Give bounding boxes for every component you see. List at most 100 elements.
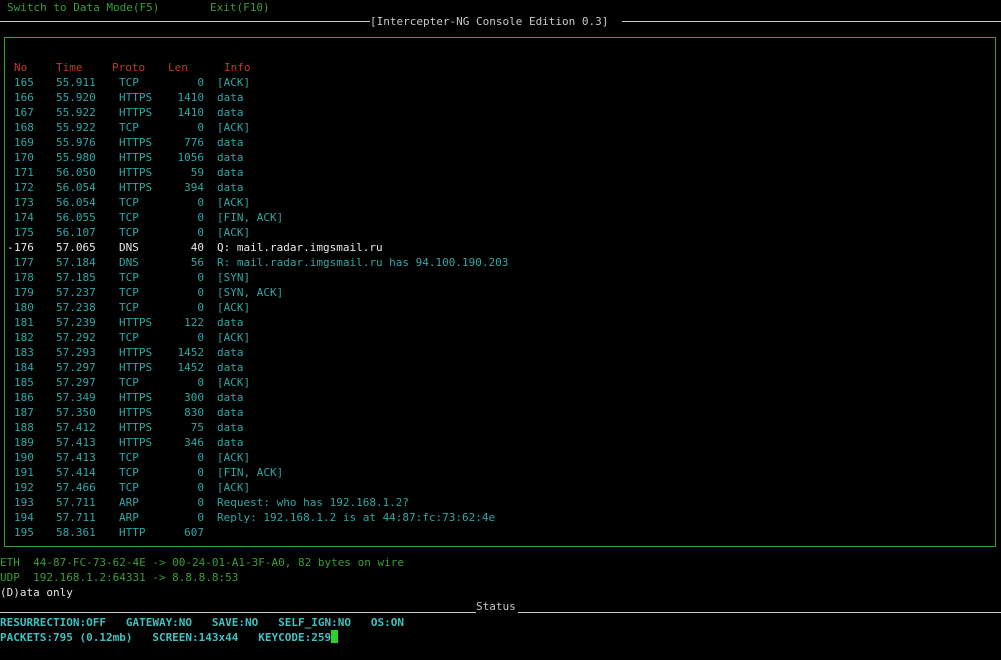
packet-info: data bbox=[217, 166, 244, 179]
packet-info: data bbox=[217, 436, 244, 449]
packet-info: [ACK] bbox=[217, 481, 251, 494]
packet-proto: ARP bbox=[119, 511, 139, 524]
packet-time: 56.050 bbox=[56, 166, 96, 179]
packet-row[interactable]: 189 57.413 HTTPS 346 data bbox=[0, 435, 1000, 450]
packet-row[interactable]: 180 57.238 TCP 0 [ACK] bbox=[0, 300, 1000, 315]
packet-no: 169 bbox=[14, 136, 34, 149]
packet-len: 1410 bbox=[177, 91, 205, 104]
packet-time: 57.238 bbox=[56, 301, 96, 314]
status-label: Status bbox=[476, 600, 516, 613]
packet-len: 0 bbox=[197, 211, 204, 224]
packet-time: 57.413 bbox=[56, 451, 96, 464]
packet-no: 194 bbox=[14, 511, 34, 524]
packet-info: data bbox=[217, 421, 244, 434]
packet-row[interactable]: 179 57.237 TCP 0 [SYN, ACK] bbox=[0, 285, 1000, 300]
selection-marker: - bbox=[7, 241, 14, 254]
packet-row[interactable]: 167 55.922 HTTPS 1410 data bbox=[0, 105, 1000, 120]
packet-row[interactable]: 175 56.107 TCP 0 [ACK] bbox=[0, 225, 1000, 240]
packet-info: [ACK] bbox=[217, 376, 251, 389]
packet-len: 56 bbox=[190, 256, 204, 269]
packet-row[interactable]: 193 57.711 ARP 0 Request: who has 192.168.1.… bbox=[0, 495, 1000, 510]
packet-time: 57.414 bbox=[56, 466, 96, 479]
packet-proto: HTTPS bbox=[119, 391, 153, 404]
packet-proto: HTTPS bbox=[119, 136, 153, 149]
packet-row[interactable]: 168 55.922 TCP 0 [ACK] bbox=[0, 120, 1000, 135]
packet-row[interactable]: 177 57.184 DNS 56 R: mail.radar.imgsmail.ru … bbox=[0, 255, 1000, 270]
packet-row[interactable]: 186 57.349 HTTPS 300 data bbox=[0, 390, 1000, 405]
packet-proto: HTTPS bbox=[119, 166, 153, 179]
packet-row[interactable]: 166 55.920 HTTPS 1410 data bbox=[0, 90, 1000, 105]
packet-info: data bbox=[217, 181, 244, 194]
packet-len: 0 bbox=[197, 271, 204, 284]
packet-row[interactable]: 169 55.976 HTTPS 776 data bbox=[0, 135, 1000, 150]
packet-len: 607 bbox=[184, 526, 204, 539]
packet-time: 57.237 bbox=[56, 286, 96, 299]
packet-no: 193 bbox=[14, 496, 34, 509]
packet-len: 40 bbox=[190, 241, 204, 254]
column-proto[interactable]: Proto bbox=[112, 60, 145, 75]
packet-no: 178 bbox=[14, 271, 34, 284]
packet-proto: TCP bbox=[119, 76, 139, 89]
packet-row[interactable]: 194 57.711 ARP 0 Reply: 192.168.1.2 is at 44… bbox=[0, 510, 1000, 525]
packet-len: 1056 bbox=[177, 151, 205, 164]
packet-proto: TCP bbox=[119, 286, 139, 299]
packet-row[interactable]: 178 57.185 TCP 0 [SYN] bbox=[0, 270, 1000, 285]
packet-row[interactable]: 191 57.414 TCP 0 [FIN, ACK] bbox=[0, 465, 1000, 480]
packet-info: [ACK] bbox=[217, 121, 251, 134]
packet-row[interactable]: 171 56.050 HTTPS 59 data bbox=[0, 165, 1000, 180]
packet-info: [ACK] bbox=[217, 301, 251, 314]
packet-len: 0 bbox=[197, 511, 204, 524]
packet-len: 59 bbox=[190, 166, 204, 179]
packet-time: 56.107 bbox=[56, 226, 96, 239]
packet-row[interactable]: 185 57.297 TCP 0 [ACK] bbox=[0, 375, 1000, 390]
packet-no: 170 bbox=[14, 151, 34, 164]
column-len[interactable]: Len bbox=[168, 60, 188, 75]
packet-len: 0 bbox=[197, 496, 204, 509]
packet-row[interactable]: 172 56.054 HTTPS 394 data bbox=[0, 180, 1000, 195]
packet-row[interactable]: 195 58.361 HTTP 607 bbox=[0, 525, 1000, 540]
title-rule-right bbox=[622, 21, 1001, 22]
packet-row[interactable]: 184 57.297 HTTPS 1452 data bbox=[0, 360, 1000, 375]
column-no[interactable]: No bbox=[14, 60, 27, 75]
data-only-toggle[interactable]: (D)ata only bbox=[0, 585, 73, 600]
column-info[interactable]: Info bbox=[224, 60, 251, 75]
packet-row[interactable]: 182 57.292 TCP 0 [ACK] bbox=[0, 330, 1000, 345]
packet-time: 57.466 bbox=[56, 481, 96, 494]
packet-row[interactable]: 190 57.413 TCP 0 [ACK] bbox=[0, 450, 1000, 465]
packet-proto: TCP bbox=[119, 226, 139, 239]
packet-proto: HTTPS bbox=[119, 436, 153, 449]
packet-row[interactable]: 165 55.911 TCP 0 [ACK] bbox=[0, 75, 1000, 90]
packet-row[interactable]: 170 55.980 HTTPS 1056 data bbox=[0, 150, 1000, 165]
packet-proto: HTTPS bbox=[119, 361, 153, 374]
packet-info: [SYN, ACK] bbox=[217, 286, 284, 299]
packet-row[interactable]: 173 56.054 TCP 0 [ACK] bbox=[0, 195, 1000, 210]
packet-proto: TCP bbox=[119, 271, 139, 284]
packet-row[interactable]: 192 57.466 TCP 0 [ACK] bbox=[0, 480, 1000, 495]
status-counters-text: PACKETS:795 (0.12mb) SCREEN:143x44 KEYCO… bbox=[0, 631, 332, 644]
switch-data-mode-menu[interactable]: Switch to Data Mode(F5) bbox=[7, 0, 159, 15]
packet-row[interactable]: -176 57.065 DNS 40 Q: mail.radar.imgsmail.ru bbox=[0, 240, 1000, 255]
packet-proto: DNS bbox=[119, 241, 139, 254]
packet-no: 174 bbox=[14, 211, 34, 224]
status-counters: PACKETS:795 (0.12mb) SCREEN:143x44 KEYCO… bbox=[0, 630, 339, 645]
packet-len: 1452 bbox=[177, 346, 205, 359]
packet-row[interactable]: 174 56.055 TCP 0 [FIN, ACK] bbox=[0, 210, 1000, 225]
packet-proto: TCP bbox=[119, 301, 139, 314]
packet-time: 56.054 bbox=[56, 181, 96, 194]
packet-info: data bbox=[217, 361, 244, 374]
exit-menu[interactable]: Exit(F10) bbox=[210, 0, 270, 15]
packet-no: 175 bbox=[14, 226, 34, 239]
packet-info: [ACK] bbox=[217, 331, 251, 344]
packet-proto: TCP bbox=[119, 196, 139, 209]
column-time[interactable]: Time bbox=[56, 60, 83, 75]
packet-time: 57.350 bbox=[56, 406, 96, 419]
packet-info: data bbox=[217, 391, 244, 404]
packet-len: 75 bbox=[190, 421, 204, 434]
packet-no: 183 bbox=[14, 346, 34, 359]
packet-row[interactable]: 188 57.412 HTTPS 75 data bbox=[0, 420, 1000, 435]
packet-row[interactable]: 181 57.239 HTTPS 122 data bbox=[0, 315, 1000, 330]
packet-row[interactable]: 187 57.350 HTTPS 830 data bbox=[0, 405, 1000, 420]
packet-row[interactable]: 183 57.293 HTTPS 1452 data bbox=[0, 345, 1000, 360]
packet-info: Q: mail.radar.imgsmail.ru bbox=[217, 241, 383, 254]
packet-no: 166 bbox=[14, 91, 34, 104]
